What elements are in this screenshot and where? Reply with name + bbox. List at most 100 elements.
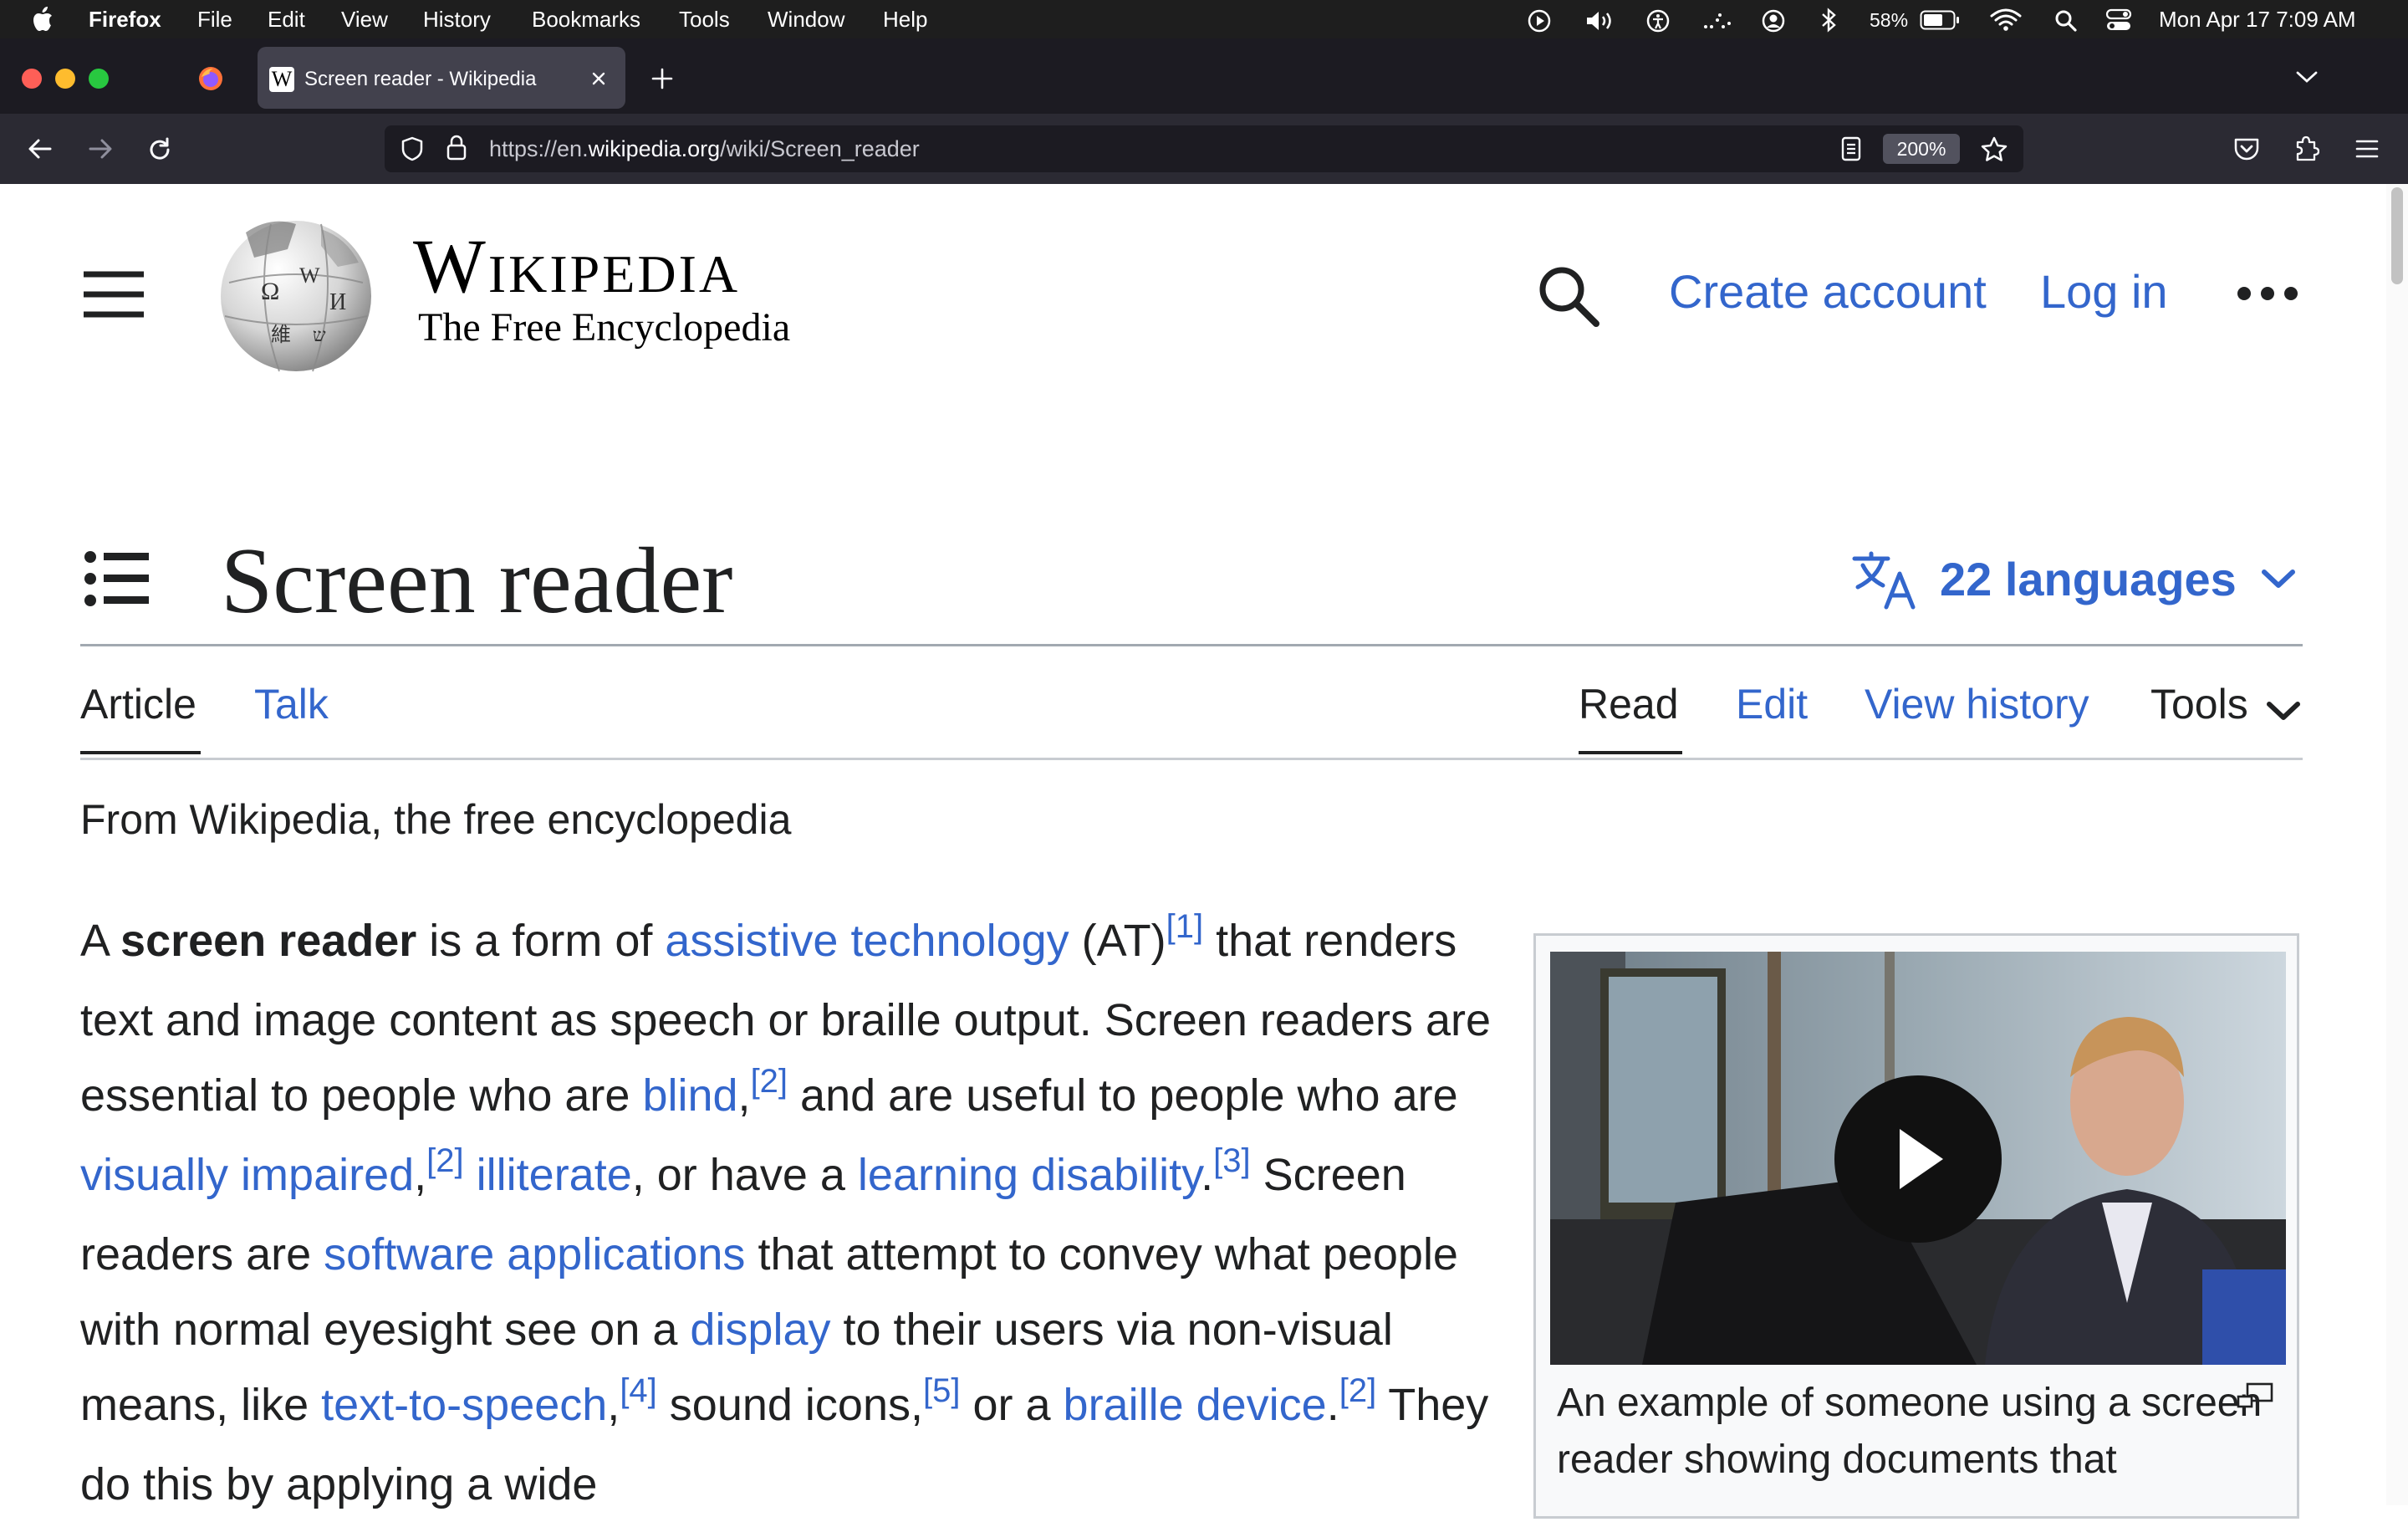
tab-close-icon[interactable] [589, 69, 609, 89]
tab-article[interactable]: Article [80, 679, 196, 729]
tab-talk[interactable]: Talk [254, 679, 329, 729]
svg-text:Ω: Ω [261, 278, 279, 305]
voice-control-icon[interactable] [1701, 8, 1734, 33]
menu-file[interactable]: File [197, 7, 232, 32]
log-in-link[interactable]: Log in [2040, 263, 2168, 321]
paragraph-text: , [414, 1150, 427, 1200]
menu-app-name[interactable]: Firefox [89, 7, 161, 32]
citation-link[interactable]: [2] [1339, 1372, 1376, 1409]
tab-title: Screen reader - Wikipedia [304, 68, 537, 90]
pocket-icon[interactable] [2232, 135, 2261, 162]
macos-menu-bar: Firefox File Edit View History Bookmarks… [0, 0, 2408, 38]
search-icon[interactable] [1535, 263, 1602, 329]
citation-link[interactable]: [2] [426, 1142, 463, 1179]
menu-help[interactable]: Help [883, 7, 927, 32]
user-icon[interactable] [1761, 8, 1786, 33]
menu-history[interactable]: History [423, 7, 491, 32]
article-link[interactable]: text-to-speech [321, 1380, 607, 1430]
citation: [2] [1339, 1372, 1376, 1409]
volume-icon[interactable] [1584, 8, 1617, 33]
forward-arrow-icon[interactable] [85, 135, 115, 162]
page-scrollbar-track[interactable] [2386, 184, 2408, 1505]
menu-bookmarks[interactable]: Bookmarks [532, 7, 640, 32]
firefox-view-icon[interactable] [197, 65, 224, 92]
tab-read[interactable]: Read [1579, 679, 1679, 729]
url-text[interactable]: https://en.wikipedia.org/wiki/Screen_rea… [489, 135, 920, 162]
article-link[interactable]: braille device [1064, 1380, 1327, 1430]
minimize-window-button[interactable] [55, 69, 75, 89]
wifi-icon[interactable] [1990, 7, 2022, 32]
paragraph-text: . [1326, 1380, 1339, 1430]
zoom-level-badge[interactable]: 200% [1883, 134, 1960, 164]
zoom-window-button[interactable] [89, 69, 109, 89]
citation-link[interactable]: [1] [1166, 908, 1203, 945]
article-link[interactable]: assistive technology [665, 916, 1069, 966]
article-link[interactable]: blind [642, 1070, 737, 1121]
article-link[interactable]: visually impaired [80, 1150, 414, 1200]
paragraph-text: . [1201, 1150, 1214, 1200]
menubar-clock[interactable]: Mon Apr 17 7:09 AM [2159, 7, 2356, 32]
translate-icon[interactable] [1851, 550, 1921, 610]
table-of-contents-icon[interactable] [84, 550, 150, 607]
create-account-link[interactable]: Create account [1669, 263, 1987, 321]
svg-text:維: 維 [271, 324, 291, 346]
tab-view-history[interactable]: View history [1865, 679, 2089, 729]
extensions-icon[interactable] [2293, 134, 2319, 162]
article-link[interactable]: software applications [324, 1229, 745, 1279]
now-playing-icon[interactable] [1527, 8, 1552, 33]
enlarge-icon[interactable] [2236, 1382, 2274, 1410]
language-selector[interactable]: 22 languages [1940, 550, 2237, 609]
main-menu-icon[interactable] [82, 269, 145, 319]
tab-edit[interactable]: Edit [1736, 679, 1808, 729]
battery-percent: 58% [1870, 9, 1909, 31]
wikipedia-wordmark[interactable]: Wikipedia [413, 224, 740, 308]
citation-link[interactable]: [3] [1213, 1142, 1250, 1179]
reader-view-icon[interactable] [1839, 135, 1863, 162]
wikipedia-tagline: The Free Encyclopedia [418, 305, 791, 350]
article-lead-paragraph: A screen reader is a form of assistive t… [80, 903, 1502, 1522]
list-all-tabs-icon[interactable] [2294, 67, 2319, 87]
battery-icon[interactable] [1920, 10, 1960, 30]
wikipedia-globe-logo[interactable]: Ω W И 維 ש [212, 216, 380, 373]
svg-text:ש: ש [313, 324, 326, 345]
chevron-down-icon[interactable] [2259, 564, 2298, 594]
article-link[interactable]: learning disability [858, 1150, 1201, 1200]
apple-icon[interactable] [32, 7, 54, 32]
hamburger-menu-icon[interactable] [2354, 137, 2380, 161]
close-window-button[interactable] [22, 69, 42, 89]
citation-link[interactable]: [2] [751, 1063, 788, 1100]
new-tab-icon[interactable] [649, 65, 676, 92]
paragraph-text: sound icons, [656, 1380, 923, 1430]
control-center-icon[interactable] [2105, 8, 2132, 32]
more-options-icon[interactable] [2234, 279, 2301, 308]
menu-edit[interactable]: Edit [268, 7, 305, 32]
citation: [2] [426, 1142, 463, 1179]
bluetooth-icon[interactable] [1819, 7, 1838, 33]
citation: [1] [1166, 908, 1203, 945]
tab-tools[interactable]: Tools [2150, 679, 2248, 729]
paragraph-text: or a [960, 1380, 1064, 1430]
page-scrollbar-thumb[interactable] [2391, 187, 2403, 284]
menu-window[interactable]: Window [768, 7, 844, 32]
wikipedia-favicon: W [269, 67, 294, 92]
lock-icon[interactable] [445, 134, 468, 162]
menu-tools[interactable]: Tools [679, 7, 730, 32]
reload-icon[interactable] [145, 135, 174, 164]
spotlight-search-icon[interactable] [2053, 8, 2079, 33]
video-thumbnail[interactable] [1550, 952, 2286, 1365]
tools-chevron-down-icon[interactable] [2264, 696, 2303, 724]
article-link[interactable]: display [690, 1305, 830, 1355]
menu-view[interactable]: View [341, 7, 388, 32]
citation: [5] [923, 1372, 960, 1409]
back-arrow-icon[interactable] [25, 135, 55, 162]
infobox-caption: An example of someone using a screen rea… [1557, 1381, 2263, 1482]
citation-link[interactable]: [5] [923, 1372, 960, 1409]
citation: [2] [751, 1063, 788, 1100]
tracking-protection-shield-icon[interactable] [400, 135, 425, 162]
lead-paragraph-text: A screen reader is a form of assistive t… [80, 903, 1502, 1522]
citation-link[interactable]: [4] [620, 1372, 656, 1409]
article-link[interactable]: illiterate [477, 1150, 632, 1200]
paragraph-text [464, 1150, 477, 1200]
bookmark-star-icon[interactable] [1980, 135, 2008, 162]
accessibility-icon[interactable] [1645, 8, 1671, 33]
